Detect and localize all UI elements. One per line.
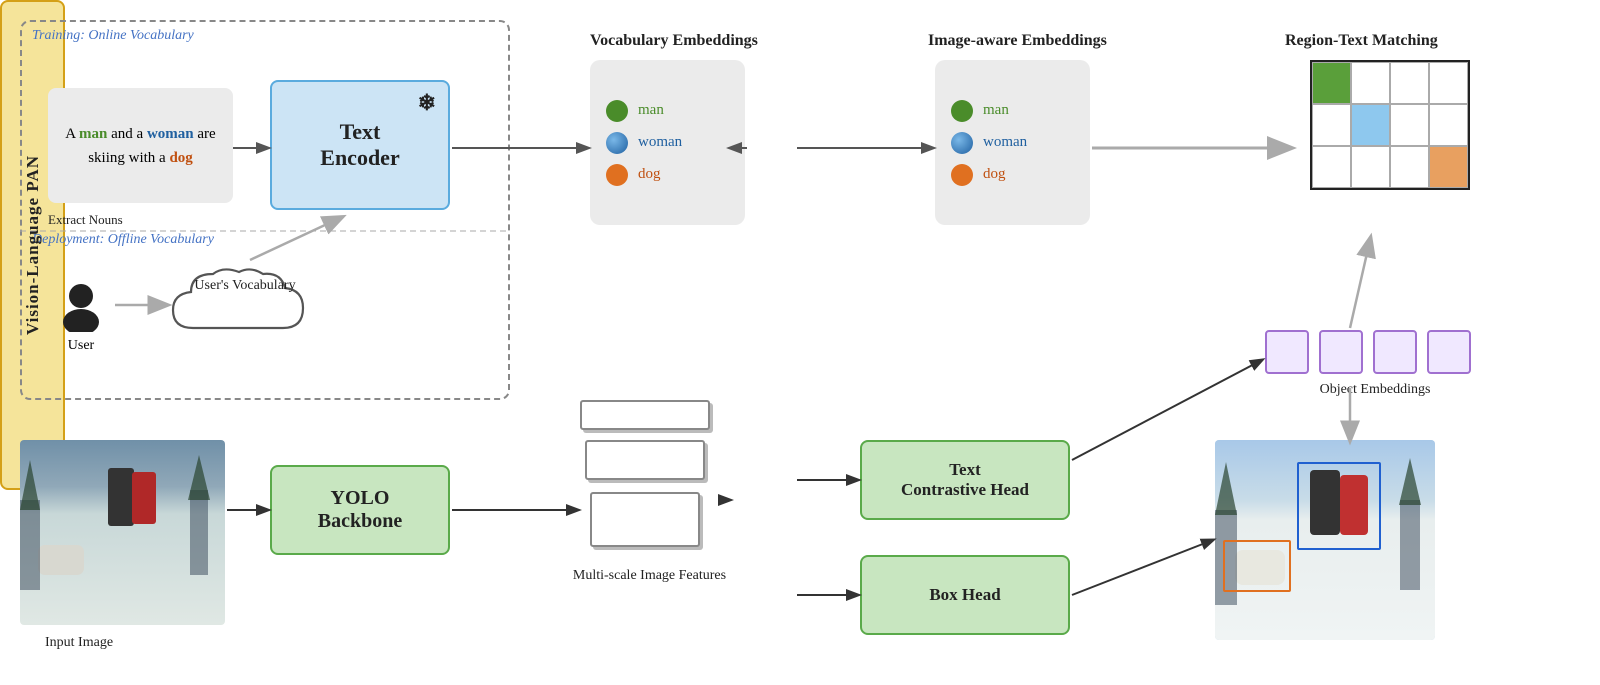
scene-details xyxy=(20,440,225,625)
text-encoder-box: ❄ Text Encoder xyxy=(270,80,450,210)
vocab-embed-box: man woman dog xyxy=(590,60,745,225)
user-label: User xyxy=(68,338,94,354)
output-ski-scene xyxy=(1215,440,1435,640)
fmap-1 xyxy=(580,400,710,430)
sentence-box: A man and a woman are skiing with a dog xyxy=(48,88,233,203)
grid-cell-4 xyxy=(1429,62,1468,104)
user-icon xyxy=(55,280,107,332)
grid-cell-7 xyxy=(1390,104,1429,146)
iaware-dot-dog xyxy=(951,164,973,186)
grid-cell-11 xyxy=(1390,146,1429,188)
output-image xyxy=(1215,440,1435,640)
text-contrastive-label: Text Contrastive Head xyxy=(901,460,1029,500)
bbox-persons xyxy=(1297,462,1381,550)
input-ski-scene xyxy=(20,440,225,625)
embed-sq-3 xyxy=(1373,330,1417,374)
fmap-3 xyxy=(590,492,700,547)
embed-sq-1 xyxy=(1265,330,1309,374)
embed-sq-2 xyxy=(1319,330,1363,374)
dot-dog xyxy=(606,164,628,186)
yolo-backbone-box: YOLO Backbone xyxy=(270,465,450,555)
grid-cell-10 xyxy=(1351,146,1390,188)
text-encoder-label: Text Encoder xyxy=(320,119,399,171)
box-head-box: Box Head xyxy=(860,555,1070,635)
feature-maps xyxy=(580,400,720,560)
users-vocabulary-label: User's Vocabulary xyxy=(185,278,305,294)
cloud-shape xyxy=(163,258,323,348)
region-text-grid-area xyxy=(1290,60,1490,230)
embed-squares xyxy=(1265,330,1485,374)
embed-sq-4 xyxy=(1427,330,1471,374)
diagram: Training: Online Vocabulary Deployment: … xyxy=(0,0,1600,685)
vocab-row-dog: dog xyxy=(606,164,729,186)
bbox-dog xyxy=(1223,540,1291,592)
vlpan-label: Vision-Language PAN xyxy=(23,155,43,335)
vocab-embed-title: Vocabulary Embeddings xyxy=(590,32,758,50)
vocab-man-label: man xyxy=(638,102,664,119)
input-image-label: Input Image xyxy=(45,635,113,651)
vocab-woman-label: woman xyxy=(638,134,682,151)
deployment-label: Deployment: Offline Vocabulary xyxy=(32,232,214,248)
grid-cell-8 xyxy=(1429,104,1468,146)
iaware-row-man: man xyxy=(951,100,1074,122)
grid-cell-12 xyxy=(1429,146,1468,188)
input-image xyxy=(20,440,225,625)
iaware-dot-man xyxy=(951,100,973,122)
image-aware-box: man woman dog xyxy=(935,60,1090,225)
extract-nouns-label: Extract Nouns xyxy=(48,212,123,228)
grid-cell-2 xyxy=(1351,62,1390,104)
object-embeddings-label: Object Embeddings xyxy=(1265,382,1485,398)
iaware-man-label: man xyxy=(983,102,1009,119)
training-label: Training: Online Vocabulary xyxy=(32,28,194,44)
dot-man xyxy=(606,100,628,122)
yolo-backbone-label: YOLO Backbone xyxy=(318,487,402,533)
vocab-row-man: man xyxy=(606,100,729,122)
match-grid xyxy=(1310,60,1470,190)
text-contrastive-box: Text Contrastive Head xyxy=(860,440,1070,520)
grid-cell-3 xyxy=(1390,62,1429,104)
iaware-dog-label: dog xyxy=(983,166,1006,183)
image-aware-title: Image-aware Embeddings xyxy=(928,32,1107,50)
iaware-row-dog: dog xyxy=(951,164,1074,186)
vocab-dog-label: dog xyxy=(638,166,661,183)
iaware-row-woman: woman xyxy=(951,132,1074,154)
region-text-title: Region-Text Matching xyxy=(1285,32,1438,50)
fmap-2 xyxy=(585,440,705,480)
grid-cell-6 xyxy=(1351,104,1390,146)
grid-cell-9 xyxy=(1312,146,1351,188)
snowflake-icon: ❄ xyxy=(418,90,436,116)
grid-cell-5 xyxy=(1312,104,1351,146)
grid-cell-1 xyxy=(1312,62,1351,104)
user-area: User xyxy=(55,280,107,354)
object-embeddings-area: Object Embeddings xyxy=(1265,330,1485,390)
vocab-row-woman: woman xyxy=(606,132,729,154)
iaware-woman-label: woman xyxy=(983,134,1027,151)
box-head-label: Box Head xyxy=(929,585,1000,605)
multiscale-label: Multi-scale Image Features xyxy=(572,568,727,584)
iaware-dot-woman xyxy=(951,132,973,154)
dot-woman xyxy=(606,132,628,154)
